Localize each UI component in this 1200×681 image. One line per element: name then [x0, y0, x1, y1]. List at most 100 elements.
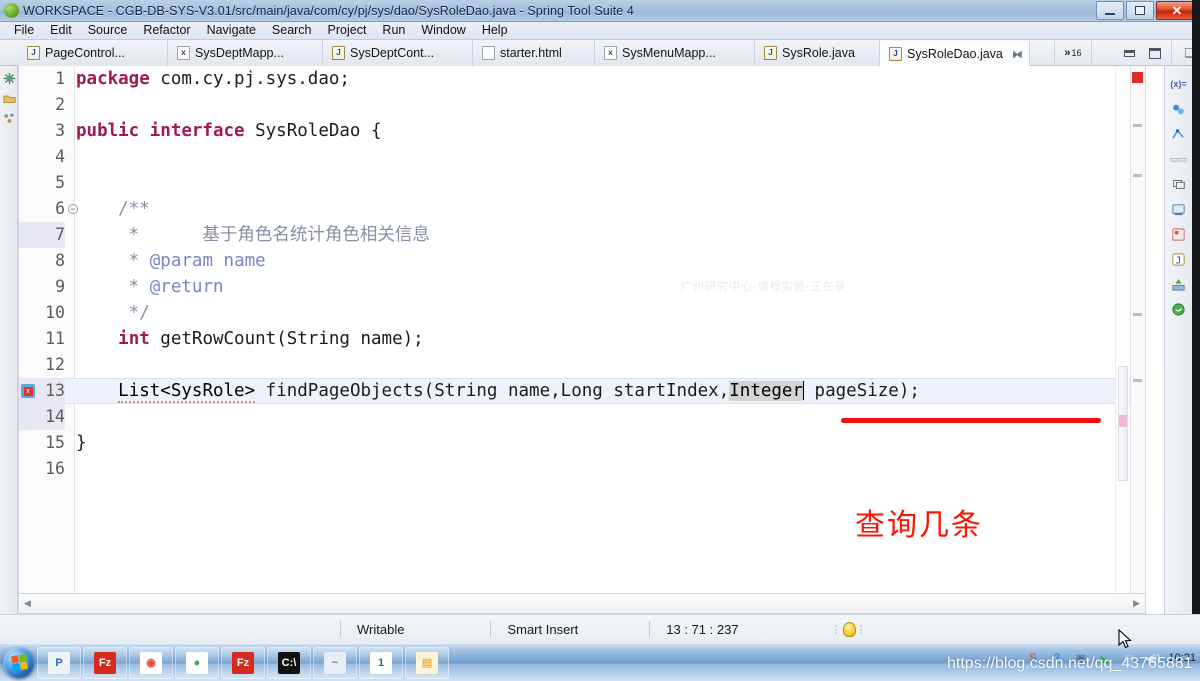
- status-insert-mode: Smart Insert: [507, 621, 579, 637]
- screen-right-edge: [1192, 0, 1200, 681]
- taskbar-explorer-icon[interactable]: ▤: [405, 646, 449, 679]
- code-line-16[interactable]: 16: [19, 456, 1145, 482]
- overview-mark: [1133, 174, 1142, 177]
- scroll-left-arrow-icon[interactable]: ◀: [19, 598, 36, 609]
- java-file-icon: J: [764, 46, 777, 60]
- start-button[interactable]: [3, 646, 35, 679]
- editor-tab-sysmenumapp[interactable]: x SysMenuMapp...: [595, 40, 755, 66]
- code-line-14[interactable]: 14: [19, 404, 1145, 430]
- code-line-4[interactable]: 4: [19, 144, 1145, 170]
- code-token: com.cy.pj.sys.dao;: [149, 69, 350, 89]
- minimize-icon: [1105, 12, 1115, 15]
- code-line-13[interactable]: 13 x List<SysRole> findPageObjects(String…: [19, 378, 1145, 404]
- explorer-icon: ▤: [416, 651, 438, 674]
- code-line-content: * 基于角色名统计角色相关信息: [76, 222, 1145, 248]
- chevron-double-right-icon: »: [1064, 47, 1071, 59]
- scroll-right-arrow-icon[interactable]: ▶: [1128, 598, 1145, 609]
- bug-icon[interactable]: [1, 70, 17, 86]
- svg-text:J: J: [1176, 255, 1182, 266]
- editor-vertical-scrollbar[interactable]: [1115, 66, 1129, 593]
- code-line-12[interactable]: 12: [19, 352, 1145, 378]
- code-line-2[interactable]: 2: [19, 92, 1145, 118]
- taskbar-filezilla-2-icon[interactable]: Fz: [221, 646, 265, 679]
- code-line-10[interactable]: 10 */: [19, 300, 1145, 326]
- line-number: 1: [55, 69, 65, 88]
- editor-tab-label: SysDeptMapp...: [195, 46, 284, 60]
- code-line-6[interactable]: 6− /**: [19, 196, 1145, 222]
- csdn-watermark: https://blog.csdn.net/qq_43765881: [947, 655, 1193, 672]
- taskbar-editor-icon[interactable]: ~: [313, 646, 357, 679]
- taskbar-chrome-icon[interactable]: ◉: [129, 646, 173, 679]
- menu-refactor[interactable]: Refactor: [135, 22, 198, 39]
- menu-edit[interactable]: Edit: [42, 22, 80, 39]
- code-token: Integer: [729, 381, 804, 401]
- taskbar-cmd-console-icon[interactable]: C:\: [267, 646, 311, 679]
- tab-overflow-button[interactable]: » 16: [1054, 40, 1092, 66]
- editor-horizontal-scrollbar[interactable]: ◀ ▶: [18, 594, 1146, 614]
- spring-icon[interactable]: [1168, 298, 1190, 320]
- line-number: 11: [45, 329, 65, 348]
- error-marker-icon[interactable]: x: [21, 384, 35, 398]
- editor-overview-ruler[interactable]: [1130, 66, 1145, 593]
- menu-run[interactable]: Run: [374, 22, 413, 39]
- editor-minimize-icon[interactable]: [1124, 49, 1135, 57]
- code-line-1[interactable]: 1 package com.cy.pj.sys.dao;: [19, 66, 1145, 92]
- code-line-9[interactable]: 9 * @return: [19, 274, 1145, 300]
- package-explorer-icon[interactable]: [1, 90, 17, 106]
- restore-button[interactable]: [1126, 1, 1154, 20]
- code-line-11[interactable]: 11 int getRowCount(String name);: [19, 326, 1145, 352]
- lightbulb-icon[interactable]: [842, 621, 856, 637]
- editor-tab-sysdeptcont[interactable]: J SysDeptCont...: [323, 40, 473, 66]
- tab-close-icon[interactable]: ⧓: [1012, 48, 1023, 61]
- code-token: */: [76, 303, 150, 323]
- taskbar-onenote-icon[interactable]: 1: [359, 646, 403, 679]
- editor-tab-pagecontrol[interactable]: J PageControl...: [18, 40, 168, 66]
- red-text-annotation: 查询几条: [855, 508, 983, 543]
- code-line-3[interactable]: 3 public interface SysRoleDao {: [19, 118, 1145, 144]
- problems-icon[interactable]: [1168, 198, 1190, 220]
- menu-navigate[interactable]: Navigate: [199, 22, 264, 39]
- application-window: WORKSPACE - CGB-DB-SYS-V3.01/src/main/ja…: [0, 0, 1200, 681]
- minimize-button[interactable]: [1096, 1, 1124, 20]
- status-drag-handle: ⋮: [830, 623, 843, 636]
- terminal-icon[interactable]: [1168, 173, 1190, 195]
- java-file-icon: J: [889, 47, 902, 61]
- progress-icon[interactable]: [1168, 223, 1190, 245]
- menu-source[interactable]: Source: [80, 22, 136, 39]
- taskbar-filezilla-icon[interactable]: Fz: [83, 646, 127, 679]
- menu-window[interactable]: Window: [413, 22, 473, 39]
- variables-icon[interactable]: (x)=: [1168, 73, 1190, 95]
- editor-tab-sysrolejava[interactable]: J SysRole.java: [755, 40, 880, 66]
- filezilla-icon: Fz: [94, 651, 116, 674]
- taskbar-browser-green-icon[interactable]: ●: [175, 646, 219, 679]
- code-token: package: [76, 69, 150, 89]
- boot-dashboard-icon[interactable]: [1168, 273, 1190, 295]
- outline-icon[interactable]: [1, 110, 17, 126]
- breakpoints-icon[interactable]: [1168, 98, 1190, 120]
- editor-tab-sysdeptmapp[interactable]: x SysDeptMapp...: [168, 40, 323, 66]
- menu-project[interactable]: Project: [320, 22, 375, 39]
- code-token: SysRoleDao {: [244, 121, 382, 141]
- editor-maximize-icon[interactable]: [1149, 47, 1161, 59]
- java-perspective-icon[interactable]: J: [1168, 248, 1190, 270]
- editor-tab-starterhtml[interactable]: starter.html: [473, 40, 595, 66]
- screen-recording-watermark: 广州研究中心-课程实验-正在录: [681, 281, 847, 293]
- editor-tabs: J PageControl... x SysDeptMapp... J SysDeptCo…: [18, 40, 1030, 66]
- editor-tab-sysroledaojava[interactable]: J SysRoleDao.java ⧓: [880, 40, 1030, 66]
- editor-tab-label: starter.html: [500, 46, 562, 60]
- menu-search[interactable]: Search: [264, 22, 320, 39]
- code-line-15[interactable]: 15}: [19, 430, 1145, 456]
- overview-error-marker[interactable]: [1132, 72, 1143, 83]
- taskbar-pycharm-icon[interactable]: P: [37, 646, 81, 679]
- console-icon[interactable]: ▭▭: [1168, 148, 1190, 170]
- code-line-8[interactable]: 8 * @param name: [19, 248, 1145, 274]
- menu-file[interactable]: File: [6, 22, 42, 39]
- scrollbar-thumb[interactable]: [1118, 366, 1128, 481]
- code-line-5[interactable]: 5: [19, 170, 1145, 196]
- servers-icon[interactable]: [1168, 123, 1190, 145]
- code-line-7[interactable]: 7 * 基于角色名统计角色相关信息: [19, 222, 1145, 248]
- taskbar-buttons: P Fz ◉ ● Fz C:\ ~1 ▤: [35, 646, 449, 679]
- menu-help[interactable]: Help: [474, 22, 516, 39]
- code-line-content: [76, 352, 1145, 378]
